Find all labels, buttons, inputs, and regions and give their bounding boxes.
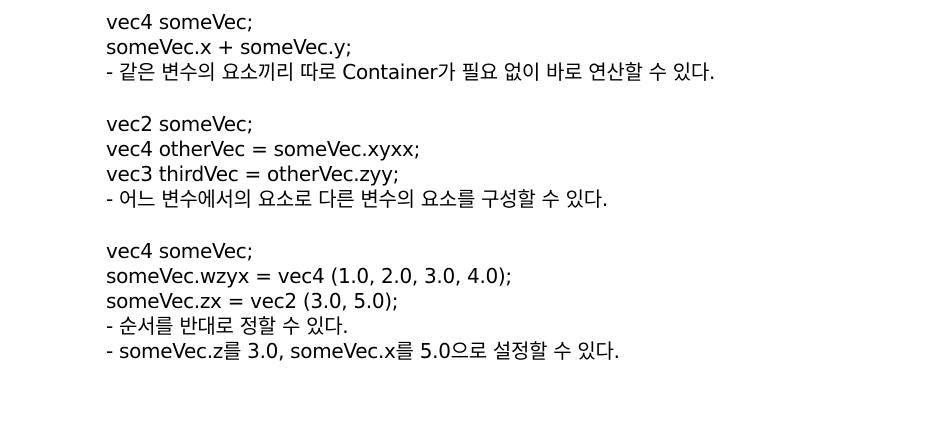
code-line: someVec.x + someVec.y; <box>106 35 352 59</box>
explanation-line: - someVec.z를 3.0, someVec.x를 5.0으로 설정할 수… <box>106 339 620 363</box>
example-block-3: vec4 someVec; someVec.wzyx = vec4 (1.0, … <box>106 239 936 364</box>
code-line: vec4 otherVec = someVec.xyxx; <box>106 137 421 161</box>
explanation-line: - 순서를 반대로 정할 수 있다. <box>106 314 349 338</box>
code-line: vec4 someVec; <box>106 239 253 263</box>
code-line: vec3 thirdVec = otherVec.zyy; <box>106 162 400 186</box>
explanation-line: - 어느 변수에서의 요소로 다른 변수의 요소를 구성할 수 있다. <box>106 187 608 211</box>
code-line: someVec.zx = vec2 (3.0, 5.0); <box>106 289 399 313</box>
code-line: vec4 someVec; <box>106 10 253 34</box>
code-line: someVec.wzyx = vec4 (1.0, 2.0, 3.0, 4.0)… <box>106 264 512 288</box>
code-line: vec2 someVec; <box>106 112 253 136</box>
document-body: vec4 someVec; someVec.x + someVec.y; - 같… <box>106 10 936 391</box>
explanation-line: - 같은 변수의 요소끼리 따로 Container가 필요 없이 바로 연산할… <box>106 60 716 84</box>
example-block-2: vec2 someVec; vec4 otherVec = someVec.xy… <box>106 112 936 212</box>
example-block-1: vec4 someVec; someVec.x + someVec.y; - 같… <box>106 10 936 85</box>
